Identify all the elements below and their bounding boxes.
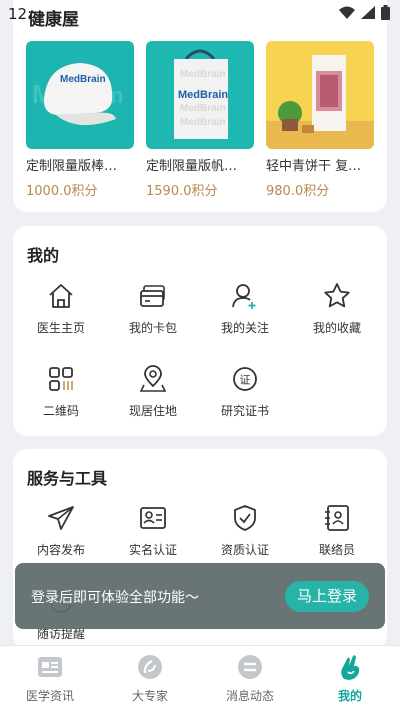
qrcode-icon <box>49 367 73 391</box>
tab-mine[interactable]: 我的 <box>300 653 400 704</box>
section-title-mine: 我的 <box>27 246 60 265</box>
send-icon <box>48 506 74 530</box>
grid-item-label: 我的收藏 <box>312 321 361 335</box>
grid-item-label: 资质认证 <box>220 543 269 557</box>
tab-label: 大专家 <box>131 689 168 703</box>
product-item[interactable]: MedBrain MedBrain MedBrain MedBrain 定制限量… <box>146 41 254 199</box>
certificate-icon: 证 <box>233 367 257 391</box>
location-icon <box>139 365 167 392</box>
expert-icon <box>138 655 162 679</box>
product-logo: MedBrain <box>60 74 106 85</box>
svg-text:证: 证 <box>240 374 251 387</box>
grid-item-label: 我的卡包 <box>128 321 177 335</box>
grid-item-residence[interactable]: 现居住地 <box>113 364 193 419</box>
contact-book-icon <box>325 505 349 531</box>
grid-item-doctor-home[interactable]: 医生主页 <box>21 281 101 336</box>
grid-item-qrcode[interactable]: 二维码 <box>21 364 101 419</box>
grid-item-label: 内容发布 <box>36 543 85 557</box>
tab-label: 消息动态 <box>225 689 274 703</box>
product-logo: MedBrain <box>178 89 229 101</box>
grid-item-card-wallet[interactable]: 我的卡包 <box>113 281 193 336</box>
product-image: M in MedBrain <box>26 41 134 149</box>
shield-check-icon <box>234 505 256 531</box>
product-item[interactable]: M in MedBrain 定制限量版棒… 1000.0积分 <box>26 41 134 199</box>
tab-messages[interactable]: 消息动态 <box>200 653 300 704</box>
product-name: 定制限量版棒… <box>26 159 118 174</box>
status-bar: 12: <box>0 0 400 28</box>
mine-icon <box>341 655 360 680</box>
grid-item-label: 医生主页 <box>36 321 85 335</box>
biscuit-box-image <box>266 55 374 149</box>
wifi-icon <box>339 6 355 19</box>
tab-label: 我的 <box>337 689 362 703</box>
battery-icon <box>381 5 390 20</box>
grid-item-label: 我的关注 <box>220 321 269 335</box>
grid-item-label: 实名认证 <box>128 543 177 557</box>
bottom-tab-bar: 医学资讯 大专家 消息动态 我的 <box>0 645 400 712</box>
product-name: 轻中青饼干 复… <box>266 159 362 174</box>
toast-message: 登录后即可体验全部功能～ <box>31 590 199 606</box>
user-follow-icon <box>232 284 256 309</box>
product-item[interactable]: 轻中青饼干 复… 980.0积分 <box>266 41 374 199</box>
svg-text:MedBrain: MedBrain <box>180 103 226 114</box>
news-icon <box>38 657 62 677</box>
status-icons <box>339 5 390 20</box>
product-image <box>266 41 374 149</box>
product-price: 1000.0积分 <box>26 184 98 199</box>
grid-item-contact[interactable]: 联络员 <box>297 503 377 558</box>
home-icon <box>49 284 73 308</box>
grid-item-label: 现居住地 <box>128 404 177 418</box>
login-now-button[interactable]: 马上登录 <box>284 581 369 612</box>
signal-icon <box>361 6 375 19</box>
section-title-tools: 服务与工具 <box>27 469 108 488</box>
product-price: 980.0积分 <box>266 184 330 199</box>
grid-item-qualification[interactable]: 资质认证 <box>205 503 285 558</box>
grid-item-label: 二维码 <box>42 404 79 418</box>
svg-text:MedBrain: MedBrain <box>180 69 226 80</box>
product-name: 定制限量版帆… <box>146 159 238 174</box>
grid-item-label: 研究证书 <box>220 404 269 418</box>
grid-item-certificate[interactable]: 证 研究证书 <box>205 364 285 419</box>
login-toast: 登录后即可体验全部功能～ 马上登录 <box>15 563 385 629</box>
svg-text:MedBrain: MedBrain <box>180 117 226 128</box>
points-shop-card: M in MedBrain 定制限量版棒… 1000.0积分 MedBrain … <box>13 0 387 212</box>
message-icon <box>238 655 262 679</box>
grid-item-favorites[interactable]: 我的收藏 <box>297 281 377 336</box>
tab-expert[interactable]: 大专家 <box>100 653 200 704</box>
star-icon <box>324 283 350 308</box>
grid-item-realname[interactable]: 实名认证 <box>113 503 193 558</box>
id-card-icon <box>140 507 166 529</box>
product-image: MedBrain MedBrain MedBrain MedBrain <box>146 41 254 149</box>
tab-medical-news[interactable]: 医学资讯 <box>0 653 100 704</box>
card-wallet-icon <box>140 285 165 307</box>
grid-item-following[interactable]: 我的关注 <box>205 281 285 336</box>
status-time: 12: <box>8 5 33 23</box>
cap-image: M in <box>32 63 124 126</box>
grid-item-label: 联络员 <box>318 543 355 557</box>
tab-label: 医学资讯 <box>25 689 74 703</box>
product-price: 1590.0积分 <box>146 184 218 199</box>
grid-item-publish[interactable]: 内容发布 <box>21 503 101 558</box>
mine-card: 我的 医生主页 我的卡包 我的关注 我的收藏 二维码 现居住地 证 研究证书 <box>13 226 387 436</box>
